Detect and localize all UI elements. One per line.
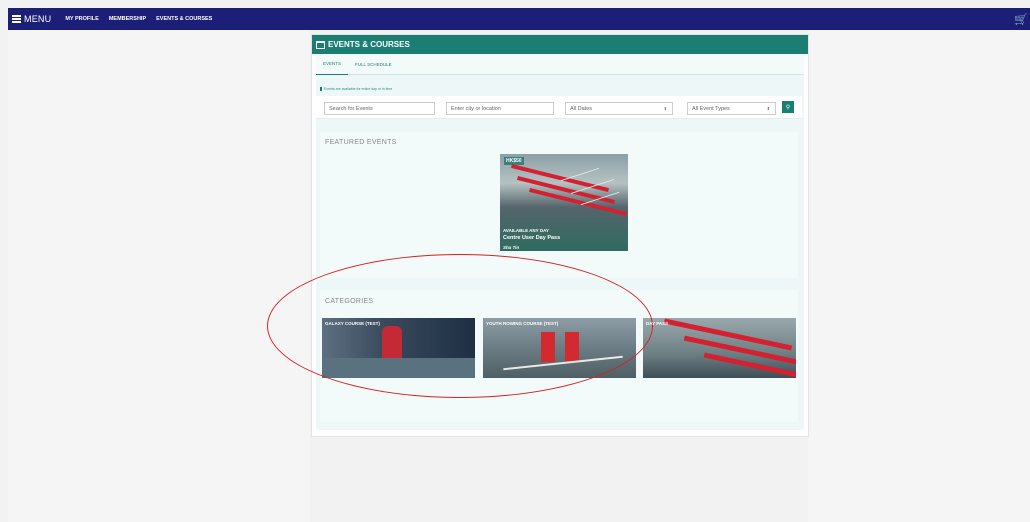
- nav-membership[interactable]: MEMBERSHIP: [109, 16, 146, 22]
- category-image: [541, 332, 555, 362]
- nav-my-profile[interactable]: MY PROFILE: [65, 16, 99, 22]
- select-caret-icon: ⬍: [766, 106, 770, 111]
- search-icon: ⚲: [785, 104, 791, 111]
- search-button[interactable]: ⚲: [782, 101, 794, 113]
- events-panel: EVENTS & COURSES EVENTS FULL SCHEDULE Ev…: [311, 34, 809, 437]
- calendar-icon: [316, 40, 325, 49]
- cart-icon[interactable]: 🛒: [1014, 13, 1028, 26]
- hint-text: Events are available for entire day or i…: [320, 87, 392, 91]
- nav-events-courses[interactable]: EVENTS & COURSES: [156, 16, 212, 22]
- left-margin: [8, 30, 310, 522]
- categories-section: CATEGORIES GALAXY COURSE (TEST) YOUTH RO…: [320, 290, 798, 422]
- panel-body: EVENTS FULL SCHEDULE Events are availabl…: [316, 54, 804, 430]
- location-input[interactable]: Enter city or location: [446, 102, 554, 115]
- category-card[interactable]: YOUTH ROWING COURSE (TEST): [483, 318, 636, 378]
- category-row: GALAXY COURSE (TEST) YOUTH ROWING COURSE…: [322, 318, 798, 380]
- featured-section: FEATURED EVENTS HK$50 AVAILABLE ANY DAY …: [320, 132, 798, 278]
- categories-title: CATEGORIES: [325, 298, 374, 305]
- right-margin: [808, 30, 1030, 522]
- search-input[interactable]: Search for Events: [324, 102, 435, 115]
- dates-value: All Dates: [570, 105, 593, 112]
- event-name: Centre User Day Pass: [503, 235, 561, 241]
- event-card[interactable]: HK$50 AVAILABLE ANY DAY Centre User Day …: [500, 154, 628, 251]
- event-price: HK$50: [504, 157, 524, 165]
- event-location: Sha Tin: [503, 245, 520, 250]
- tab-events[interactable]: EVENTS: [316, 54, 349, 75]
- event-types-value: All Event Types: [692, 105, 730, 112]
- top-nav-bar: MENU MY PROFILE MEMBERSHIP EVENTS & COUR…: [8, 8, 1030, 30]
- tab-full-schedule[interactable]: FULL SCHEDULE: [348, 54, 399, 74]
- hamburger-icon: [12, 14, 21, 25]
- category-label: GALAXY COURSE (TEST): [325, 321, 380, 326]
- featured-title: FEATURED EVENTS: [325, 139, 397, 146]
- event-availability: AVAILABLE ANY DAY: [503, 228, 549, 233]
- category-card[interactable]: GALAXY COURSE (TEST): [322, 318, 475, 378]
- category-label: DAY PASS: [646, 321, 669, 326]
- event-info: AVAILABLE ANY DAY Centre User Day Pass: [503, 228, 560, 241]
- event-types-select[interactable]: All Event Types ⬍: [687, 102, 776, 115]
- select-caret-icon: ⬍: [663, 106, 667, 111]
- dates-select[interactable]: All Dates ⬍: [565, 102, 673, 115]
- panel-title: EVENTS & COURSES: [328, 40, 410, 49]
- category-card[interactable]: DAY PASS: [643, 318, 796, 378]
- panel-header: EVENTS & COURSES: [312, 35, 808, 54]
- menu-label: MENU: [24, 14, 52, 24]
- filter-bar: Search for Events Enter city or location…: [316, 96, 802, 119]
- tab-bar: EVENTS FULL SCHEDULE: [316, 54, 804, 75]
- menu-button[interactable]: MENU: [12, 14, 51, 25]
- category-label: YOUTH ROWING COURSE (TEST): [486, 321, 559, 326]
